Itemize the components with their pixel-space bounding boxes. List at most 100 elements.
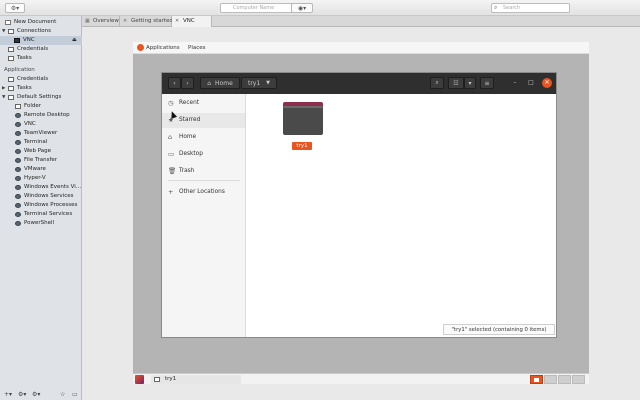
monitor-icon: [14, 38, 20, 43]
places-home[interactable]: ⌂ Home: [162, 130, 245, 145]
places-trash[interactable]: 🗑 Trash: [162, 164, 245, 179]
forward-button[interactable]: ›: [181, 77, 194, 89]
sidebar-item-powershell[interactable]: PowerShell: [0, 219, 82, 228]
close-icon[interactable]: ✕: [175, 16, 179, 27]
minimize-icon: –: [513, 79, 517, 86]
remote-desktop-view[interactable]: Applications Places ‹ › ⌂ Home try1 ▼ ⌕ …: [133, 42, 589, 384]
menu-button[interactable]: ⚙▾: [5, 3, 25, 13]
computer-name-input[interactable]: Computer Name ▾: [220, 3, 302, 13]
sidebar-item-default-settings[interactable]: ▼ Default Settings: [0, 93, 82, 102]
globe-icon: [15, 176, 21, 181]
folder-icon: [8, 56, 14, 61]
ubuntu-logo-icon: [137, 44, 144, 51]
sidebar-item-tasks[interactable]: Tasks: [0, 54, 82, 63]
remote-taskbar: try1: [133, 373, 589, 384]
places-recent[interactable]: ◷ Recent: [162, 96, 245, 111]
folder-icon: [8, 47, 14, 52]
window-icon: [154, 377, 160, 382]
trash-icon: 🗑: [168, 167, 177, 175]
settings-icon[interactable]: ⚙▾: [18, 391, 26, 398]
app-launcher-icon[interactable]: [135, 375, 144, 384]
document-icon: [5, 20, 11, 25]
sidebar-item-teamviewer[interactable]: TeamViewer: [0, 129, 82, 138]
tab-overview[interactable]: ▦ Overview: [82, 16, 120, 27]
globe-icon: [15, 203, 21, 208]
play-circle-icon: ◉▾: [297, 4, 307, 12]
workspace-4[interactable]: [572, 375, 585, 384]
chevron-down-icon: ▼: [266, 80, 271, 86]
search-icon: ⌕: [494, 4, 498, 11]
search-placeholder: Search: [503, 5, 521, 11]
sidebar-item-vnc[interactable]: VNC: [0, 120, 82, 129]
eject-icon[interactable]: ⏏: [72, 36, 77, 45]
sidebar-item-credentials[interactable]: Credentials: [0, 45, 82, 54]
applications-menu[interactable]: Applications: [146, 42, 180, 54]
options-icon[interactable]: ⚙▾: [32, 391, 40, 398]
sidebar-item-file-transfer[interactable]: File Transfer: [0, 156, 82, 165]
globe-icon: [15, 149, 21, 154]
search-button[interactable]: ⌕: [430, 77, 444, 89]
sidebar-item-connections[interactable]: ▼ Connections: [0, 27, 82, 36]
sidebar-item-vnc-connection[interactable]: VNC ⏏: [0, 36, 82, 45]
breadcrumb-home[interactable]: ⌂ Home: [200, 77, 240, 89]
view-options-button[interactable]: ▾: [464, 77, 476, 89]
breadcrumb-try1[interactable]: try1 ▼: [241, 77, 277, 89]
chevron-right-icon: ›: [186, 79, 189, 87]
close-button[interactable]: ✕: [542, 78, 552, 88]
sidebar-item-new-document[interactable]: New Document: [0, 18, 82, 27]
back-button[interactable]: ‹: [168, 77, 181, 89]
globe-icon: [15, 131, 21, 136]
search-icon: ⌕: [435, 79, 439, 86]
tab-getting-started[interactable]: ✕ Getting started: [120, 16, 173, 27]
taskbar-window-try1[interactable]: try1: [151, 375, 241, 384]
minimize-button[interactable]: –: [510, 78, 520, 88]
sidebar-item-terminal[interactable]: Terminal: [0, 138, 82, 147]
home-icon: ⌂: [207, 79, 212, 87]
connect-button[interactable]: ◉▾: [291, 3, 313, 13]
sidebar-item-web-page[interactable]: Web Page: [0, 147, 82, 156]
sidebar-item-app-tasks[interactable]: ▶ Tasks: [0, 84, 82, 93]
maximize-button[interactable]: □: [526, 78, 536, 88]
close-icon: ✕: [544, 79, 550, 86]
folder-icon[interactable]: ▭: [72, 391, 78, 398]
chevron-down-icon: ▾: [468, 79, 472, 87]
file-manager-window: ‹ › ⌂ Home try1 ▼ ⌕ ☷ ▾ ≡ – □ ✕ ◷ Recent: [161, 72, 557, 338]
folder-icon: [8, 29, 14, 34]
places-menu[interactable]: Places: [188, 42, 206, 54]
sidebar-item-folder[interactable]: Folder: [0, 102, 82, 111]
workspace-2[interactable]: [544, 375, 557, 384]
list-view-icon: ☷: [453, 79, 459, 87]
expand-triangle-icon[interactable]: ▼: [2, 27, 5, 36]
file-view[interactable]: try1 "try1" selected (containing 0 items…: [247, 94, 556, 337]
sidebar-item-app-credentials[interactable]: Credentials: [0, 75, 82, 84]
computer-name-placeholder: Computer Name: [233, 5, 275, 11]
close-icon[interactable]: ✕: [123, 16, 127, 27]
sidebar-item-hyper-v[interactable]: Hyper-V: [0, 174, 82, 183]
star-icon[interactable]: ☆: [60, 391, 65, 398]
places-desktop[interactable]: ▭ Desktop: [162, 147, 245, 162]
sidebar-item-vmware[interactable]: VMware: [0, 165, 82, 174]
globe-icon: [15, 140, 21, 145]
expand-triangle-icon[interactable]: ▼: [2, 93, 5, 102]
folder-icon: [8, 95, 14, 100]
hamburger-menu-button[interactable]: ≡: [480, 77, 494, 89]
view-toggle-button[interactable]: ☷: [448, 77, 464, 89]
sidebar-footer: +▾ ⚙▾ ⚙▾ ☆ ▭: [0, 390, 82, 400]
sidebar-item-windows-events-viewer[interactable]: Windows Events Vi...: [0, 183, 82, 192]
sidebar-item-windows-services[interactable]: Windows Services: [0, 192, 82, 201]
sidebar-item-terminal-services[interactable]: Terminal Services: [0, 210, 82, 219]
tab-vnc[interactable]: ✕ VNC: [172, 16, 212, 27]
workspace-1[interactable]: [530, 375, 543, 384]
expand-triangle-icon[interactable]: ▶: [2, 84, 5, 93]
search-input[interactable]: ⌕ Search: [491, 3, 570, 13]
add-icon[interactable]: +▾: [4, 391, 12, 398]
sidebar-item-remote-desktop[interactable]: Remote Desktop: [0, 111, 82, 120]
globe-icon: [15, 212, 21, 217]
workspace-3[interactable]: [558, 375, 571, 384]
sidebar-item-windows-processes[interactable]: Windows Processes: [0, 201, 82, 210]
folder-item-try1[interactable]: try1: [281, 102, 325, 152]
places-other-locations[interactable]: + Other Locations: [162, 185, 245, 200]
navigation-sidebar: New Document ▼ Connections VNC ⏏ Credent…: [0, 16, 82, 400]
file-manager-headerbar: ‹ › ⌂ Home try1 ▼ ⌕ ☷ ▾ ≡ – □ ✕: [162, 73, 556, 94]
maximize-icon: □: [528, 79, 534, 86]
